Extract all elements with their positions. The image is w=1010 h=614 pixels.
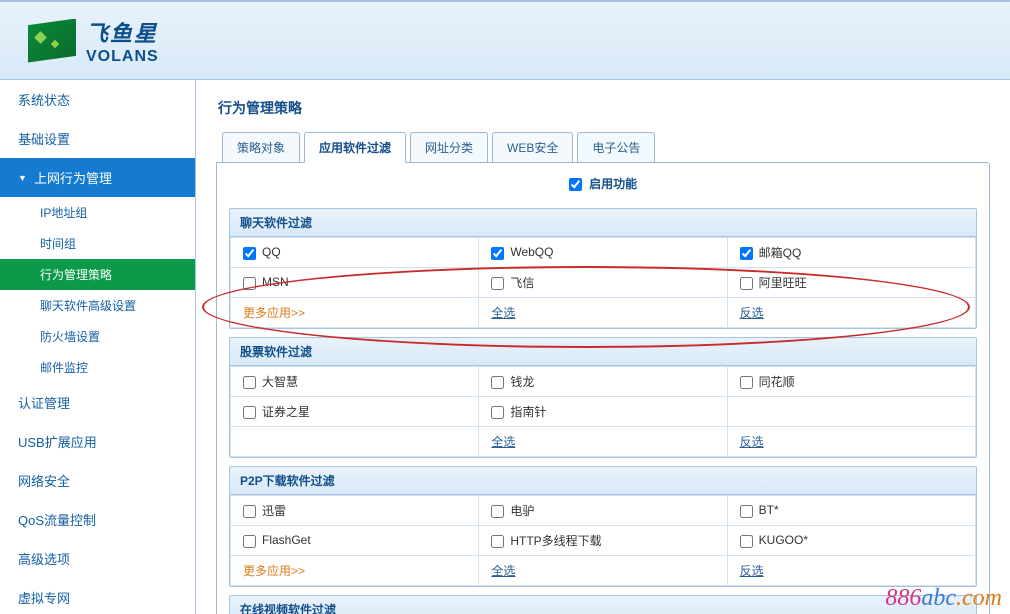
filter-option-label: HTTP多线程下载 xyxy=(510,534,601,548)
tab-pane: 启用功能 聊天软件过滤QQWebQQ邮箱QQMSN飞信阿里旺旺更多应用>>全选反… xyxy=(216,162,990,614)
filter-option-label: MSN xyxy=(262,275,289,289)
sidebar-item-label: QoS流量控制 xyxy=(18,513,96,528)
filter-section: 聊天软件过滤 QQ WebQQ 邮箱QQ MSN 飞信 阿里旺旺更多应用>> 全选 反选 xyxy=(229,208,977,329)
chevron-down-icon: ▼ xyxy=(18,173,28,183)
select-all-link[interactable]: 全选 xyxy=(491,564,515,578)
filter-option[interactable]: 阿里旺旺 xyxy=(740,276,807,290)
filter-option[interactable]: HTTP多线程下载 xyxy=(491,534,601,548)
enable-feature-label: 启用功能 xyxy=(589,177,637,191)
tab[interactable]: 电子公告 xyxy=(577,132,655,163)
filter-section: 股票软件过滤大智慧 钱龙 同花顺证券之星 指南针全选 反选 xyxy=(229,337,977,458)
sidebar-item-label: 网络安全 xyxy=(18,474,70,489)
filter-section: P2P下载软件过滤迅雷 电驴 BT* FlashGet HTTP多线程下载 KUGOO* 更… xyxy=(229,466,977,587)
section-title: 在线视频软件过滤 xyxy=(230,596,976,614)
brand-logo: 飞鱼星 VOLANS xyxy=(28,16,159,66)
filter-option[interactable]: QQ xyxy=(243,245,281,259)
filter-option[interactable]: 迅雷 xyxy=(243,504,286,518)
filter-option-label: QQ xyxy=(262,245,281,259)
filter-option-label: 同花顺 xyxy=(759,375,795,389)
invert-selection-link[interactable]: 反选 xyxy=(740,564,764,578)
filter-option[interactable]: 证券之星 xyxy=(243,405,310,419)
filter-option-label: 大智慧 xyxy=(262,375,298,389)
brand-name-en: VOLANS xyxy=(86,48,159,66)
app-header: 飞鱼星 VOLANS xyxy=(0,0,1010,80)
logo-icon xyxy=(28,19,76,63)
filter-option-label: FlashGet xyxy=(262,533,311,547)
enable-feature-checkbox[interactable]: 启用功能 xyxy=(569,177,637,191)
select-all-link[interactable]: 全选 xyxy=(491,306,515,320)
sidebar-subitem[interactable]: 防火墙设置 xyxy=(0,321,195,352)
sidebar-item-label: 系统状态 xyxy=(18,93,70,108)
sidebar-subitem[interactable]: 时间组 xyxy=(0,228,195,259)
main-content: 行为管理策略 策略对象应用软件过滤网址分类WEB安全电子公告 启用功能 聊天软件… xyxy=(196,80,1010,614)
filter-option[interactable]: MSN xyxy=(243,275,289,289)
sidebar-subitem[interactable]: 行为管理策略 xyxy=(0,259,195,290)
filter-option[interactable]: FlashGet xyxy=(243,533,311,547)
more-apps-link[interactable]: 更多应用>> xyxy=(243,306,305,320)
logo-text: 飞鱼星 VOLANS xyxy=(86,16,159,66)
filter-option-label: 钱龙 xyxy=(510,375,534,389)
sidebar-item-label: 认证管理 xyxy=(18,396,70,411)
filter-option[interactable]: WebQQ xyxy=(491,245,553,259)
filter-option-label: WebQQ xyxy=(510,245,553,259)
filter-option[interactable]: 钱龙 xyxy=(491,375,534,389)
filter-section: 在线视频软件过滤 xyxy=(229,595,977,614)
sidebar-item[interactable]: 系统状态 xyxy=(0,80,195,119)
filter-option-label: 迅雷 xyxy=(262,504,286,518)
sidebar-item[interactable]: 网络安全 xyxy=(0,461,195,500)
tab[interactable]: WEB安全 xyxy=(492,132,573,163)
filter-option-label: 电驴 xyxy=(510,504,534,518)
sidebar-subitem[interactable]: 邮件监控 xyxy=(0,352,195,383)
filter-option[interactable]: KUGOO* xyxy=(740,533,808,547)
invert-selection-link[interactable]: 反选 xyxy=(740,435,764,449)
filter-option-label: KUGOO* xyxy=(759,533,808,547)
section-title: 聊天软件过滤 xyxy=(230,209,976,237)
sidebar-nav: 系统状态基础设置 ▼ 上网行为管理 IP地址组时间组行为管理策略聊天软件高级设置防火墙… xyxy=(0,80,196,614)
filter-option[interactable]: 同花顺 xyxy=(740,375,795,389)
sidebar-item[interactable]: 基础设置 xyxy=(0,119,195,158)
section-title: P2P下载软件过滤 xyxy=(230,467,976,495)
sidebar-item[interactable]: USB扩展应用 xyxy=(0,422,195,461)
enable-feature-row: 启用功能 xyxy=(221,173,985,200)
brand-name-cn: 飞鱼星 xyxy=(86,16,159,48)
sidebar-subitem[interactable]: 聊天软件高级设置 xyxy=(0,290,195,321)
select-all-link[interactable]: 全选 xyxy=(491,435,515,449)
tab[interactable]: 应用软件过滤 xyxy=(304,132,406,163)
sidebar-item-label: 基础设置 xyxy=(18,132,70,147)
sidebar-item[interactable]: 高级选项 xyxy=(0,539,195,578)
sidebar-subitem[interactable]: IP地址组 xyxy=(0,197,195,228)
filter-option-label: BT* xyxy=(759,503,779,517)
filter-option[interactable]: 指南针 xyxy=(491,405,546,419)
sidebar-item[interactable]: ▼ 上网行为管理 xyxy=(0,158,195,197)
sidebar-item[interactable]: 认证管理 xyxy=(0,383,195,422)
filter-option[interactable]: 电驴 xyxy=(491,504,534,518)
filter-option[interactable]: 邮箱QQ xyxy=(740,246,802,260)
filter-option-label: 指南针 xyxy=(510,405,546,419)
filter-option-label: 证券之星 xyxy=(262,405,310,419)
sidebar-item-label: USB扩展应用 xyxy=(18,435,97,450)
page-title: 行为管理策略 xyxy=(216,92,990,132)
filter-option-label: 阿里旺旺 xyxy=(759,276,807,290)
filter-option-label: 飞信 xyxy=(510,276,534,290)
sidebar-item-label: 上网行为管理 xyxy=(34,168,112,187)
filter-option-label: 邮箱QQ xyxy=(759,246,802,260)
section-title: 股票软件过滤 xyxy=(230,338,976,366)
invert-selection-link[interactable]: 反选 xyxy=(740,306,764,320)
sidebar-item[interactable]: 虚拟专网 xyxy=(0,578,195,614)
more-apps-link[interactable]: 更多应用>> xyxy=(243,564,305,578)
tab[interactable]: 策略对象 xyxy=(222,132,300,163)
sidebar-item-label: 虚拟专网 xyxy=(18,591,70,606)
tab[interactable]: 网址分类 xyxy=(410,132,488,163)
filter-option[interactable]: BT* xyxy=(740,503,779,517)
sidebar-item-label: 高级选项 xyxy=(18,552,70,567)
tab-bar: 策略对象应用软件过滤网址分类WEB安全电子公告 xyxy=(216,132,990,163)
filter-option[interactable]: 飞信 xyxy=(491,276,534,290)
filter-option[interactable]: 大智慧 xyxy=(243,375,298,389)
watermark-text: 886abc.com xyxy=(885,585,1002,612)
sidebar-item[interactable]: QoS流量控制 xyxy=(0,500,195,539)
